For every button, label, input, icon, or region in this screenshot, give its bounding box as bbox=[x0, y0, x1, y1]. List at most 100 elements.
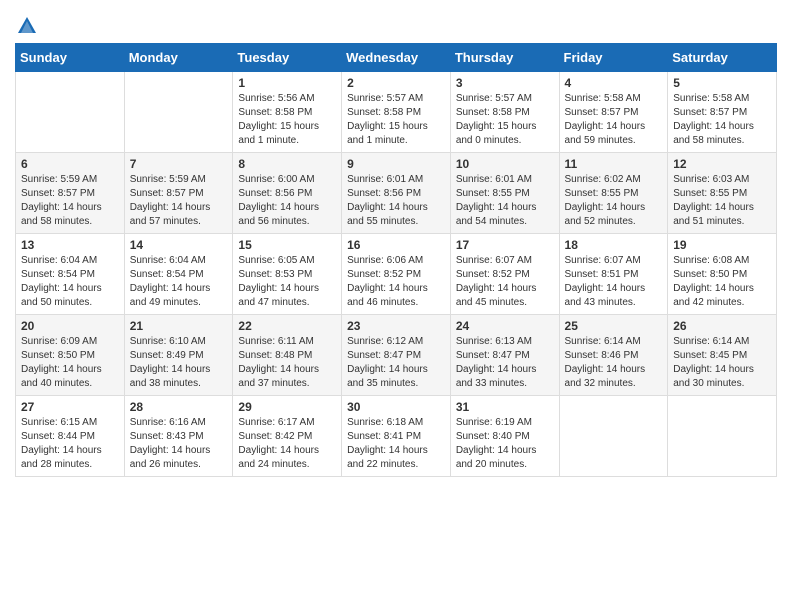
day-number: 8 bbox=[238, 157, 336, 171]
day-number: 25 bbox=[565, 319, 663, 333]
day-info: Sunrise: 6:18 AMSunset: 8:41 PMDaylight:… bbox=[347, 416, 445, 472]
day-info: Sunrise: 6:02 AMSunset: 8:55 PMDaylight:… bbox=[565, 173, 663, 229]
day-number: 24 bbox=[456, 319, 554, 333]
calendar-day-cell: 1 Sunrise: 5:56 AMSunset: 8:58 PMDaylight… bbox=[233, 72, 342, 153]
day-number: 15 bbox=[238, 238, 336, 252]
day-info: Sunrise: 5:57 AMSunset: 8:58 PMDaylight:… bbox=[456, 92, 554, 148]
day-info: Sunrise: 6:10 AMSunset: 8:49 PMDaylight:… bbox=[130, 335, 228, 391]
calendar-week-row: 13 Sunrise: 6:04 AMSunset: 8:54 PMDayligh… bbox=[16, 234, 777, 315]
day-info: Sunrise: 5:56 AMSunset: 8:58 PMDaylight:… bbox=[238, 92, 336, 148]
day-number: 13 bbox=[21, 238, 119, 252]
calendar-day-cell: 6Sunrise: 5:59 AMSunset: 8:57 PMDaylight… bbox=[16, 153, 125, 234]
calendar-day-cell bbox=[559, 396, 668, 477]
calendar-day-cell: 21 Sunrise: 6:10 AMSunset: 8:49 PMDayligh… bbox=[124, 315, 233, 396]
calendar-day-cell: 14 Sunrise: 6:04 AMSunset: 8:54 PMDayligh… bbox=[124, 234, 233, 315]
day-info: Sunrise: 6:12 AMSunset: 8:47 PMDaylight:… bbox=[347, 335, 445, 391]
weekday-header-cell: Friday bbox=[559, 44, 668, 72]
calendar-day-cell: 30Sunrise: 6:18 AMSunset: 8:41 PMDayligh… bbox=[342, 396, 451, 477]
day-info: Sunrise: 6:05 AMSunset: 8:53 PMDaylight:… bbox=[238, 254, 336, 310]
day-info: Sunrise: 6:09 AMSunset: 8:50 PMDaylight:… bbox=[21, 335, 119, 391]
calendar-day-cell: 9 Sunrise: 6:01 AMSunset: 8:56 PMDaylight… bbox=[342, 153, 451, 234]
day-info: Sunrise: 6:04 AMSunset: 8:54 PMDaylight:… bbox=[21, 254, 119, 310]
calendar-week-row: 27 Sunrise: 6:15 AMSunset: 8:44 PMDayligh… bbox=[16, 396, 777, 477]
day-number: 11 bbox=[565, 157, 663, 171]
day-info: Sunrise: 5:57 AMSunset: 8:58 PMDaylight:… bbox=[347, 92, 445, 148]
day-info: Sunrise: 6:19 AMSunset: 8:40 PMDaylight:… bbox=[456, 416, 554, 472]
calendar-day-cell: 4 Sunrise: 5:58 AMSunset: 8:57 PMDaylight… bbox=[559, 72, 668, 153]
day-number: 22 bbox=[238, 319, 336, 333]
day-info: Sunrise: 5:59 AMSunset: 8:57 PMDaylight:… bbox=[130, 173, 228, 229]
calendar-week-row: 6Sunrise: 5:59 AMSunset: 8:57 PMDaylight… bbox=[16, 153, 777, 234]
weekday-header-cell: Saturday bbox=[668, 44, 777, 72]
day-number: 29 bbox=[238, 400, 336, 414]
calendar-day-cell bbox=[124, 72, 233, 153]
calendar-day-cell: 20Sunrise: 6:09 AMSunset: 8:50 PMDayligh… bbox=[16, 315, 125, 396]
day-info: Sunrise: 6:08 AMSunset: 8:50 PMDaylight:… bbox=[673, 254, 771, 310]
calendar-day-cell: 23Sunrise: 6:12 AMSunset: 8:47 PMDayligh… bbox=[342, 315, 451, 396]
calendar-day-cell: 10 Sunrise: 6:01 AMSunset: 8:55 PMDayligh… bbox=[450, 153, 559, 234]
weekday-header-cell: Tuesday bbox=[233, 44, 342, 72]
logo-icon bbox=[16, 15, 38, 37]
day-number: 4 bbox=[565, 76, 663, 90]
weekday-header-cell: Thursday bbox=[450, 44, 559, 72]
day-info: Sunrise: 6:00 AMSunset: 8:56 PMDaylight:… bbox=[238, 173, 336, 229]
calendar-day-cell: 25 Sunrise: 6:14 AMSunset: 8:46 PMDayligh… bbox=[559, 315, 668, 396]
day-info: Sunrise: 6:15 AMSunset: 8:44 PMDaylight:… bbox=[21, 416, 119, 472]
day-number: 3 bbox=[456, 76, 554, 90]
calendar-day-cell bbox=[16, 72, 125, 153]
day-info: Sunrise: 6:04 AMSunset: 8:54 PMDaylight:… bbox=[130, 254, 228, 310]
day-info: Sunrise: 6:03 AMSunset: 8:55 PMDaylight:… bbox=[673, 173, 771, 229]
day-number: 10 bbox=[456, 157, 554, 171]
day-info: Sunrise: 6:14 AMSunset: 8:46 PMDaylight:… bbox=[565, 335, 663, 391]
day-number: 18 bbox=[565, 238, 663, 252]
day-number: 1 bbox=[238, 76, 336, 90]
calendar-day-cell: 28 Sunrise: 6:16 AMSunset: 8:43 PMDayligh… bbox=[124, 396, 233, 477]
calendar-day-cell: 24 Sunrise: 6:13 AMSunset: 8:47 PMDayligh… bbox=[450, 315, 559, 396]
day-number: 16 bbox=[347, 238, 445, 252]
calendar-week-row: 1 Sunrise: 5:56 AMSunset: 8:58 PMDaylight… bbox=[16, 72, 777, 153]
day-number: 12 bbox=[673, 157, 771, 171]
day-info: Sunrise: 6:07 AMSunset: 8:52 PMDaylight:… bbox=[456, 254, 554, 310]
calendar-day-cell bbox=[668, 396, 777, 477]
calendar-day-cell: 2 Sunrise: 5:57 AMSunset: 8:58 PMDaylight… bbox=[342, 72, 451, 153]
day-info: Sunrise: 6:11 AMSunset: 8:48 PMDaylight:… bbox=[238, 335, 336, 391]
calendar-day-cell: 18Sunrise: 6:07 AMSunset: 8:51 PMDayligh… bbox=[559, 234, 668, 315]
day-info: Sunrise: 6:17 AMSunset: 8:42 PMDaylight:… bbox=[238, 416, 336, 472]
calendar-day-cell: 5Sunrise: 5:58 AMSunset: 8:57 PMDaylight… bbox=[668, 72, 777, 153]
calendar-day-cell: 8 Sunrise: 6:00 AMSunset: 8:56 PMDaylight… bbox=[233, 153, 342, 234]
calendar-week-row: 20Sunrise: 6:09 AMSunset: 8:50 PMDayligh… bbox=[16, 315, 777, 396]
weekday-header-cell: Monday bbox=[124, 44, 233, 72]
calendar-day-cell: 16Sunrise: 6:06 AMSunset: 8:52 PMDayligh… bbox=[342, 234, 451, 315]
calendar-body: 1 Sunrise: 5:56 AMSunset: 8:58 PMDaylight… bbox=[16, 72, 777, 477]
calendar-day-cell: 22 Sunrise: 6:11 AMSunset: 8:48 PMDayligh… bbox=[233, 315, 342, 396]
weekday-header-cell: Wednesday bbox=[342, 44, 451, 72]
day-number: 26 bbox=[673, 319, 771, 333]
calendar-table: SundayMondayTuesdayWednesdayThursdayFrid… bbox=[15, 43, 777, 477]
day-number: 21 bbox=[130, 319, 228, 333]
day-info: Sunrise: 6:01 AMSunset: 8:56 PMDaylight:… bbox=[347, 173, 445, 229]
day-info: Sunrise: 5:59 AMSunset: 8:57 PMDaylight:… bbox=[21, 173, 119, 229]
calendar-day-cell: 26 Sunrise: 6:14 AMSunset: 8:45 PMDayligh… bbox=[668, 315, 777, 396]
day-number: 19 bbox=[673, 238, 771, 252]
day-number: 14 bbox=[130, 238, 228, 252]
calendar-day-cell: 17 Sunrise: 6:07 AMSunset: 8:52 PMDayligh… bbox=[450, 234, 559, 315]
day-number: 9 bbox=[347, 157, 445, 171]
day-number: 2 bbox=[347, 76, 445, 90]
day-number: 7 bbox=[130, 157, 228, 171]
weekday-header-row: SundayMondayTuesdayWednesdayThursdayFrid… bbox=[16, 44, 777, 72]
day-number: 5 bbox=[673, 76, 771, 90]
calendar-day-cell: 27 Sunrise: 6:15 AMSunset: 8:44 PMDayligh… bbox=[16, 396, 125, 477]
day-info: Sunrise: 6:13 AMSunset: 8:47 PMDaylight:… bbox=[456, 335, 554, 391]
day-info: Sunrise: 5:58 AMSunset: 8:57 PMDaylight:… bbox=[565, 92, 663, 148]
calendar-day-cell: 15 Sunrise: 6:05 AMSunset: 8:53 PMDayligh… bbox=[233, 234, 342, 315]
day-info: Sunrise: 6:14 AMSunset: 8:45 PMDaylight:… bbox=[673, 335, 771, 391]
day-number: 28 bbox=[130, 400, 228, 414]
day-number: 31 bbox=[456, 400, 554, 414]
day-number: 17 bbox=[456, 238, 554, 252]
calendar-day-cell: 3 Sunrise: 5:57 AMSunset: 8:58 PMDaylight… bbox=[450, 72, 559, 153]
day-number: 27 bbox=[21, 400, 119, 414]
calendar-day-cell: 7 Sunrise: 5:59 AMSunset: 8:57 PMDaylight… bbox=[124, 153, 233, 234]
day-info: Sunrise: 6:16 AMSunset: 8:43 PMDaylight:… bbox=[130, 416, 228, 472]
calendar-day-cell: 29 Sunrise: 6:17 AMSunset: 8:42 PMDayligh… bbox=[233, 396, 342, 477]
day-info: Sunrise: 6:01 AMSunset: 8:55 PMDaylight:… bbox=[456, 173, 554, 229]
